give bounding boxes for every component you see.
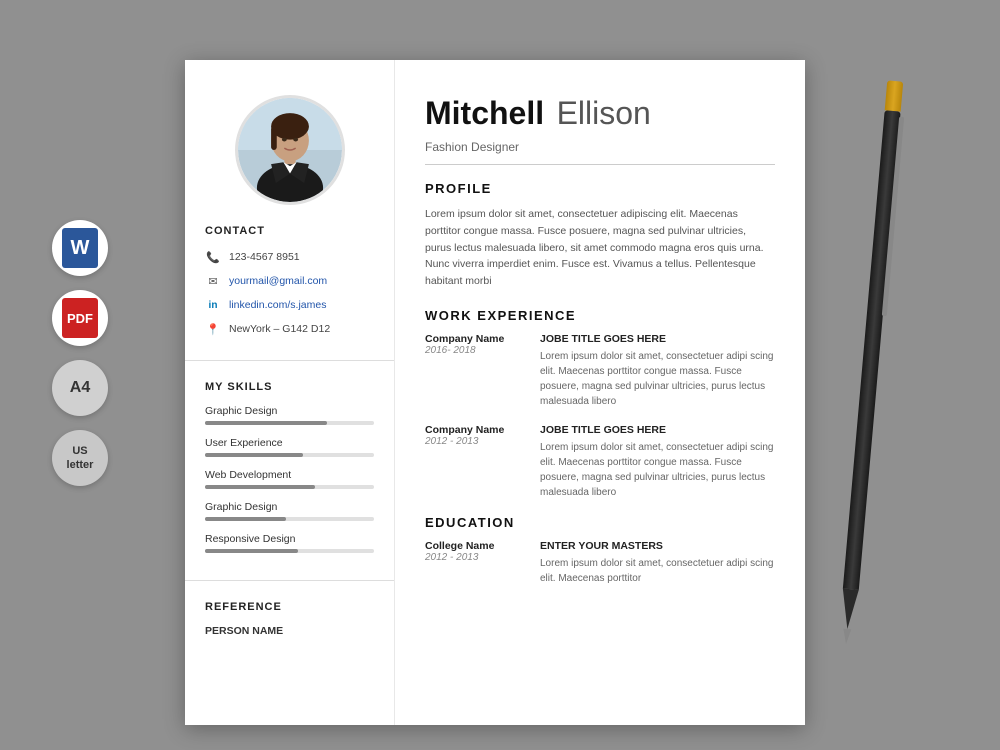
skill-bar-bg-3 [205, 485, 374, 489]
profile-text: Lorem ipsum dolor sit amet, consectetuer… [425, 206, 775, 290]
edu-right-1: ENTER YOUR MASTERS Lorem ipsum dolor sit… [540, 540, 775, 586]
skills-section: MY SKILLS Graphic Design User Experience… [185, 381, 394, 565]
skill-bar-fill-3 [205, 485, 315, 489]
jobtitle-2: JOBE TITLE GOES HERE [540, 424, 775, 436]
contact-section: CONTACT 📞 123-4567 8951 ✉ yourmail@gmail… [185, 225, 394, 345]
address-text: NewYork – G142 D12 [229, 323, 330, 335]
phone-icon: 📞 [205, 249, 221, 265]
skill-bar-fill-4 [205, 517, 286, 521]
pdf-icon-badge[interactable]: PDF [52, 290, 108, 346]
year-1: 2016- 2018 [425, 345, 525, 356]
left-panel: CONTACT 📞 123-4567 8951 ✉ yourmail@gmail… [185, 60, 395, 725]
word-icon-badge[interactable] [52, 220, 108, 276]
jobtitle-1: JOBE TITLE GOES HERE [540, 333, 775, 345]
skill-bar-bg-2 [205, 453, 374, 457]
skills-divider [185, 580, 394, 581]
skill-name-2: User Experience [205, 437, 374, 449]
pdf-icon: PDF [62, 298, 98, 338]
year-2: 2012 - 2013 [425, 436, 525, 447]
skills-title: MY SKILLS [205, 381, 374, 393]
phone-text: 123-4567 8951 [229, 251, 300, 263]
skill-item-2: User Experience [205, 437, 374, 457]
degree-1: ENTER YOUR MASTERS [540, 540, 775, 552]
profile-section: PROFILE Lorem ipsum dolor sit amet, cons… [425, 181, 775, 290]
company-1: Company Name [425, 333, 525, 345]
pen-cap [885, 80, 904, 111]
edu-desc-1: Lorem ipsum dolor sit amet, consectetuer… [540, 556, 775, 586]
avatar [235, 95, 345, 205]
education-section: EDUCATION College Name 2012 - 2013 ENTER… [425, 515, 775, 586]
skill-item-1: Graphic Design [205, 405, 374, 425]
word-icon [62, 228, 98, 268]
skill-bar-fill-2 [205, 453, 303, 457]
skill-item-4: Graphic Design [205, 501, 374, 521]
company-2: Company Name [425, 424, 525, 436]
first-name: Mitchell [425, 95, 544, 131]
skill-name-3: Web Development [205, 469, 374, 481]
us-icon-badge[interactable]: USletter [52, 430, 108, 486]
format-icons: PDF A4 USletter [52, 220, 108, 486]
header-divider [425, 164, 775, 165]
name-section: Mitchell Ellison [425, 95, 775, 132]
linkedin-item: in linkedin.com/s.james [205, 297, 374, 313]
pen-tip [839, 588, 858, 629]
contact-divider [185, 360, 394, 361]
reference-title: REFERENCE [205, 601, 374, 613]
contact-title: CONTACT [205, 225, 374, 237]
work-right-1: JOBE TITLE GOES HERE Lorem ipsum dolor s… [540, 333, 775, 409]
edu-year-1: 2012 - 2013 [425, 552, 525, 563]
work-title: WORK EXPERIENCE [425, 308, 775, 323]
resume-card: CONTACT 📞 123-4567 8951 ✉ yourmail@gmail… [185, 60, 805, 725]
workdesc-2: Lorem ipsum dolor sit amet, consectetuer… [540, 440, 775, 500]
work-experience-section: WORK EXPERIENCE Company Name 2016- 2018 … [425, 308, 775, 500]
skill-bar-fill-1 [205, 421, 327, 425]
skill-name-5: Responsive Design [205, 533, 374, 545]
work-right-2: JOBE TITLE GOES HERE Lorem ipsum dolor s… [540, 424, 775, 500]
education-title: EDUCATION [425, 515, 775, 530]
skill-name-1: Graphic Design [205, 405, 374, 417]
email-icon: ✉ [205, 273, 221, 289]
work-left-1: Company Name 2016- 2018 [425, 333, 525, 409]
job-title: Fashion Designer [425, 140, 775, 154]
skill-item-5: Responsive Design [205, 533, 374, 553]
edu-item-1: College Name 2012 - 2013 ENTER YOUR MAST… [425, 540, 775, 586]
skill-item-3: Web Development [205, 469, 374, 489]
work-left-2: Company Name 2012 - 2013 [425, 424, 525, 500]
skill-bar-bg-5 [205, 549, 374, 553]
skill-bar-bg-4 [205, 517, 374, 521]
address-item: 📍 NewYork – G142 D12 [205, 321, 374, 337]
right-panel: Mitchell Ellison Fashion Designer PROFIL… [395, 60, 805, 725]
phone-item: 📞 123-4567 8951 [205, 249, 374, 265]
skill-name-4: Graphic Design [205, 501, 374, 513]
pen-nib [842, 629, 851, 645]
reference-section: REFERENCE PERSON NAME [185, 601, 394, 637]
skill-bar-bg-1 [205, 421, 374, 425]
location-icon: 📍 [205, 321, 221, 337]
last-name: Ellison [557, 95, 651, 131]
work-item-2: Company Name 2012 - 2013 JOBE TITLE GOES… [425, 424, 775, 500]
person-name-label: PERSON NAME [205, 625, 374, 637]
linkedin-icon: in [205, 297, 221, 313]
college-1: College Name [425, 540, 525, 552]
skill-bar-fill-5 [205, 549, 298, 553]
a4-label: A4 [70, 379, 90, 397]
a4-icon-badge[interactable]: A4 [52, 360, 108, 416]
edu-left-1: College Name 2012 - 2013 [425, 540, 525, 586]
email-item: ✉ yourmail@gmail.com [205, 273, 374, 289]
profile-title: PROFILE [425, 181, 775, 196]
work-item-1: Company Name 2016- 2018 JOBE TITLE GOES … [425, 333, 775, 409]
workdesc-1: Lorem ipsum dolor sit amet, consectetuer… [540, 349, 775, 409]
linkedin-text: linkedin.com/s.james [229, 299, 326, 311]
email-text: yourmail@gmail.com [229, 275, 327, 287]
us-label: USletter [67, 444, 94, 473]
